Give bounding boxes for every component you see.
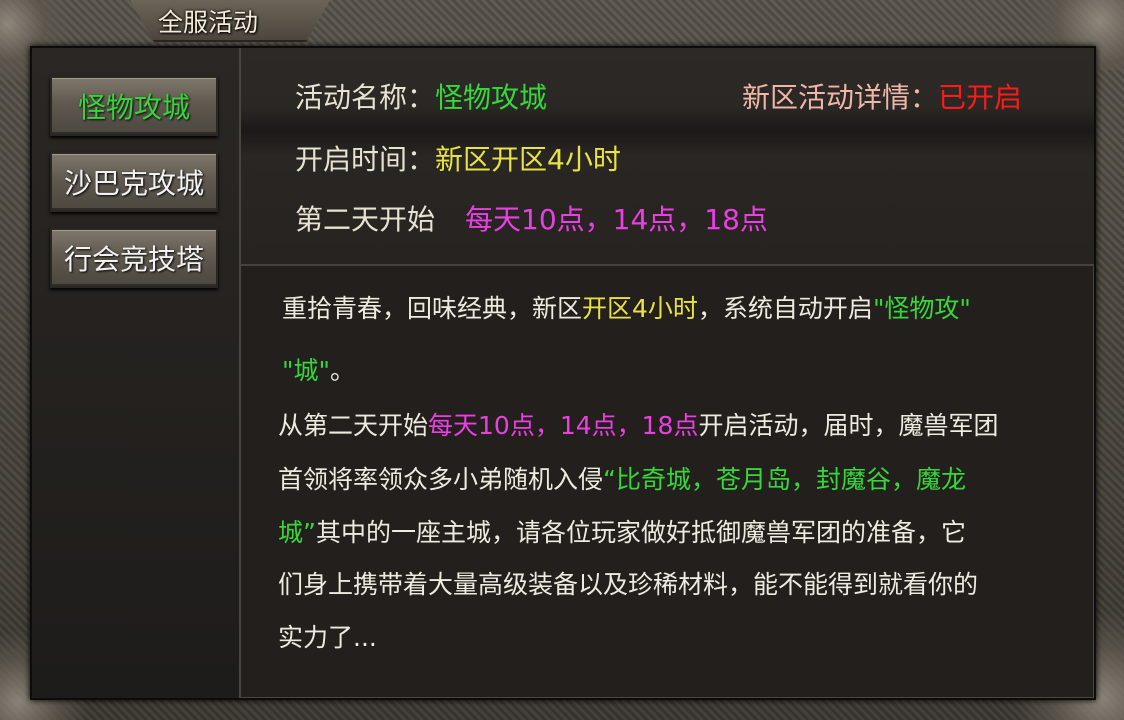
day2-times: 每天10点，14点，18点 (465, 203, 768, 236)
description-line: 从第二天开始每天10点，14点，18点开启活动，届时，魔兽军团 (278, 413, 998, 438)
sidebar-item-sabac-siege[interactable]: 沙巴克攻城 (50, 152, 218, 212)
description-highlight: 每天10点，14点，18点 (428, 411, 699, 440)
description-text: 重拾青春，回味经典，新区 (282, 294, 583, 323)
description-text: 首领将率领众多小弟随机入侵 (278, 465, 604, 494)
activity-detail-label: 新区活动详情： (742, 81, 939, 114)
description-text: 其中的一座主城，请各位玩家做好抵御魔兽军团的准备，它 (315, 518, 966, 547)
description-highlight: "城" (282, 356, 330, 385)
sidebar-item-label: 行会竞技塔 (63, 243, 204, 276)
activity-name-row: 活动名称：怪物攻城 (295, 76, 547, 116)
description-highlight: 开区4小时 (582, 294, 698, 323)
description-line: 首领将率领众多小弟随机入侵“比奇城，苍月岛，封魔谷，魔龙 (278, 467, 966, 492)
sidebar-item-label: 怪物攻城 (77, 91, 190, 124)
open-time-label: 开启时间： (295, 143, 436, 176)
activity-sidebar: 怪物攻城 沙巴克攻城 行会竞技塔 (32, 48, 241, 698)
activity-panel: 怪物攻城 沙巴克攻城 行会竞技塔 活动名称：怪物攻城 新区活动详情：已开启 开启… (30, 46, 1096, 700)
sidebar-item-label: 沙巴克攻城 (63, 167, 204, 200)
day2-label: 第二天开始 (295, 203, 436, 236)
description-text: 开启活动，届时，魔兽军团 (698, 411, 999, 440)
description-text: 。 (330, 356, 356, 385)
activity-detail-row: 新区活动详情：已开启 (742, 76, 1022, 116)
description-text: ，系统自动开启 (697, 294, 873, 323)
description-line: 实力了... (278, 623, 377, 652)
description-line: 城”其中的一座主城，请各位玩家做好抵御魔兽军团的准备，它 (278, 520, 966, 545)
day2-schedule-row: 第二天开始 每天10点，14点，18点 (295, 198, 768, 238)
open-time-value: 新区开区4小时 (435, 143, 621, 176)
sidebar-item-monster-siege[interactable]: 怪物攻城 (50, 76, 218, 136)
description-line: 们身上携带着大量高级装备以及珍稀材料，能不能得到就看你的 (278, 570, 979, 599)
description-line: 重拾青春，回味经典，新区开区4小时，系统自动开启"怪物攻" (282, 296, 971, 321)
description-text: 从第二天开始 (278, 411, 429, 440)
activity-name-label: 活动名称： (295, 81, 436, 114)
description-highlight: “比奇城，苍月岛，封魔谷，魔龙 (603, 465, 966, 494)
activity-status-badge: 已开启 (938, 81, 1023, 114)
description-highlight: 城” (278, 518, 316, 547)
activity-info-header: 活动名称：怪物攻城 新区活动详情：已开启 开启时间：新区开区4小时 第二天开始每… (241, 48, 1094, 266)
description-highlight: "怪物攻" (872, 294, 971, 323)
description-line: "城"。 (282, 358, 355, 383)
sidebar-item-guild-tower[interactable]: 行会竞技塔 (50, 228, 218, 288)
window-title: 全服活动 (158, 8, 259, 37)
activity-name-value: 怪物攻城 (435, 81, 548, 114)
open-time-row: 开启时间：新区开区4小时 (295, 138, 621, 178)
